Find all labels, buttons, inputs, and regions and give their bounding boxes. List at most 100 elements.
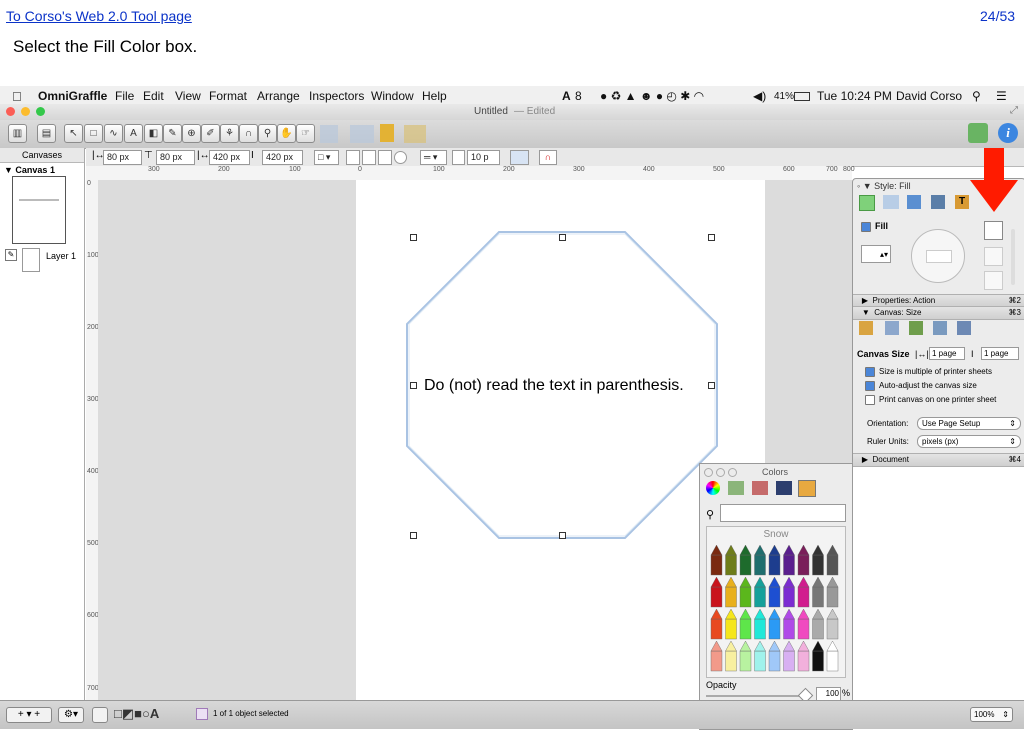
selection-handle[interactable] xyxy=(410,382,417,389)
crayon[interactable] xyxy=(826,618,839,640)
ruler-units-popup[interactable]: pixels (px) ⇕ xyxy=(917,435,1021,448)
print-one-sheet-checkbox[interactable]: Print canvas on one printer sheet xyxy=(865,395,996,405)
crayon[interactable] xyxy=(739,650,752,672)
crayon[interactable] xyxy=(739,554,752,576)
minimize-icon[interactable] xyxy=(21,107,30,116)
magnet-icon[interactable]: ∩ xyxy=(539,150,557,165)
crayon[interactable] xyxy=(754,618,766,640)
image-palettes-tab-icon[interactable] xyxy=(776,481,792,495)
crayon[interactable] xyxy=(797,618,810,640)
shape-text[interactable]: Do (not) read the text in parenthesis. xyxy=(424,377,684,395)
crayon[interactable] xyxy=(783,586,795,608)
crayon[interactable] xyxy=(797,586,810,608)
crayons-grid[interactable] xyxy=(709,543,843,675)
action-gear-icon[interactable]: ⚙▾ xyxy=(58,707,84,723)
fill-style-tab-icon[interactable] xyxy=(859,195,875,211)
crayon[interactable] xyxy=(754,586,766,608)
colors-close-icon[interactable] xyxy=(704,468,713,477)
text-style-tab-icon[interactable]: T xyxy=(955,195,969,209)
crayon[interactable] xyxy=(725,650,737,672)
canvas-size-tab-icon[interactable] xyxy=(859,321,873,335)
stencils-icon[interactable] xyxy=(968,123,988,143)
opacity-field[interactable]: 100 xyxy=(816,687,841,701)
selection-handle[interactable] xyxy=(559,234,566,241)
crayon[interactable] xyxy=(812,554,824,576)
image-style-tab-icon[interactable] xyxy=(931,195,945,209)
layout-tab-icon[interactable] xyxy=(909,321,923,335)
crayon[interactable] xyxy=(739,586,752,608)
zoom-icon[interactable] xyxy=(36,107,45,116)
canvases-toggle-icon[interactable]: ▥ xyxy=(8,124,27,143)
lock-icon[interactable] xyxy=(380,124,394,142)
crayon[interactable] xyxy=(826,586,839,608)
selection-handle[interactable] xyxy=(559,532,566,539)
orientation-popup[interactable]: Use Page Setup ⇕ xyxy=(917,417,1021,430)
stroke-width-field[interactable]: 10 p xyxy=(467,150,500,165)
crayon[interactable] xyxy=(797,650,810,672)
group-icon[interactable] xyxy=(320,125,338,143)
crayon[interactable] xyxy=(710,650,723,672)
fullscreen-icon[interactable]: ⤢ xyxy=(1010,105,1018,116)
sliders-tab-icon[interactable] xyxy=(728,481,744,495)
text-style-swatch[interactable] xyxy=(196,708,208,720)
magnet-tool-icon[interactable]: ⊕ xyxy=(182,124,201,143)
menu-view[interactable]: View xyxy=(175,89,201,103)
arrange-icon[interactable] xyxy=(350,125,374,143)
crayon[interactable] xyxy=(725,586,737,608)
adobe-icon[interactable]: A xyxy=(562,89,571,103)
width-field[interactable]: 420 px xyxy=(209,150,250,165)
apple-icon[interactable]:  xyxy=(12,89,22,104)
fill-type-popup[interactable]: ▴▾ xyxy=(861,245,891,263)
layer-label[interactable]: Layer 1 xyxy=(46,251,76,261)
selection-handle[interactable] xyxy=(708,234,715,241)
menu-edit[interactable]: Edit xyxy=(143,89,164,103)
canvas-item[interactable]: ▼ Canvas 1 xyxy=(4,165,55,175)
style-tray-swatches[interactable]: □◩■○A xyxy=(114,706,159,722)
fill-popup[interactable]: □ ▾ xyxy=(314,150,339,165)
crayon[interactable] xyxy=(710,554,723,576)
inspector-info-icon[interactable]: i xyxy=(998,123,1018,143)
crayon[interactable] xyxy=(710,586,723,608)
crayon[interactable] xyxy=(725,554,737,576)
zoom-popup[interactable]: 100% ⇕ xyxy=(970,707,1013,722)
zoom-tool-icon[interactable]: ⚲ xyxy=(258,124,277,143)
style-brush-icon[interactable]: ✐ xyxy=(201,124,220,143)
y-position-field[interactable]: 80 px xyxy=(156,150,195,165)
browse-tool-icon[interactable]: ☞ xyxy=(296,124,315,143)
align-icon[interactable] xyxy=(404,125,426,143)
layer-thumbnail[interactable] xyxy=(22,248,40,272)
selection-handle[interactable] xyxy=(410,234,417,241)
canvas-thumbnail[interactable] xyxy=(12,176,66,244)
grid-tab-icon[interactable] xyxy=(885,321,899,335)
crayon[interactable] xyxy=(812,586,824,608)
crayon[interactable] xyxy=(768,618,781,640)
line-style-popup[interactable]: ═ ▾ xyxy=(420,150,447,165)
close-icon[interactable] xyxy=(6,107,15,116)
crayon[interactable] xyxy=(725,618,737,640)
layer-edit-icon[interactable]: ✎ xyxy=(5,249,17,261)
document-section-header[interactable]: ▶ Document ⌘4 xyxy=(853,453,1024,467)
crayon[interactable] xyxy=(797,554,810,576)
app-menu[interactable]: OmniGraffle xyxy=(38,89,107,103)
crayon[interactable] xyxy=(754,554,766,576)
connection-tool-icon[interactable]: ∩ xyxy=(239,124,258,143)
width-pages-field[interactable]: 1 page xyxy=(929,347,965,360)
crayon[interactable] xyxy=(754,650,766,672)
crayon[interactable] xyxy=(710,618,723,640)
x-position-field[interactable]: 80 px xyxy=(103,150,142,165)
selection-tool-icon[interactable]: ↖ xyxy=(64,124,83,143)
pen-tool-icon[interactable]: ✎ xyxy=(163,124,182,143)
spotlight-icon[interactable]: ⚲ xyxy=(972,89,981,103)
multiple-printer-checkbox[interactable]: Size is multiple of printer sheets xyxy=(865,367,992,377)
menu-window[interactable]: Window xyxy=(371,89,414,103)
height-pages-field[interactable]: 1 page xyxy=(981,347,1019,360)
fill-color-well[interactable] xyxy=(984,221,1003,240)
shadow-style-tab-icon[interactable] xyxy=(907,195,921,209)
line-tool-icon[interactable]: ∿ xyxy=(104,124,123,143)
colors-minimize-icon[interactable] xyxy=(716,468,725,477)
battery-icon[interactable] xyxy=(794,92,810,101)
crayons-tab-icon[interactable] xyxy=(798,480,816,497)
stroke-color-well[interactable] xyxy=(452,150,465,165)
crayon[interactable] xyxy=(783,554,795,576)
selection-handle[interactable] xyxy=(410,532,417,539)
